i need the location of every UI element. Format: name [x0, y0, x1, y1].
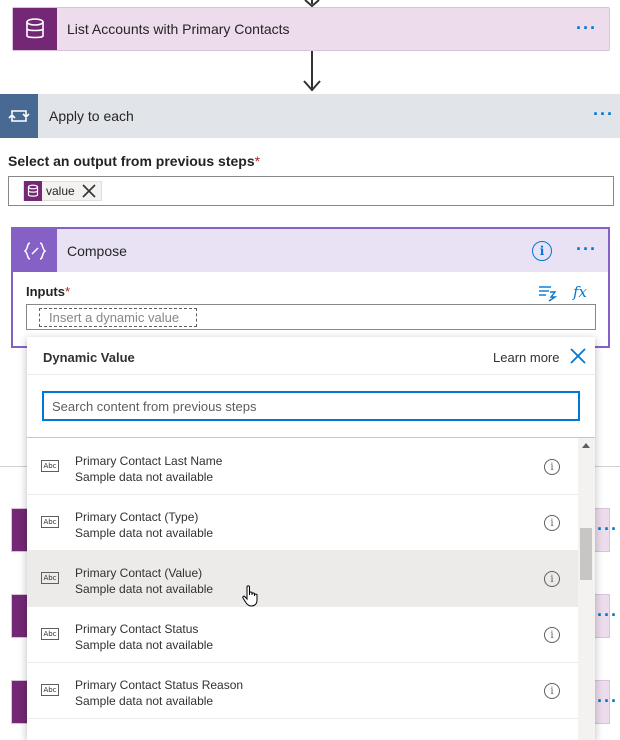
search-box[interactable]	[42, 391, 580, 421]
select-output-field[interactable]: value	[8, 176, 614, 206]
list-item[interactable]: Abc Primary Contact (Type) Sample data n…	[27, 495, 578, 551]
apply-to-each-more-button[interactable]: ···	[593, 104, 614, 125]
scrollbar[interactable]	[578, 438, 595, 740]
info-icon[interactable]: i	[544, 683, 560, 699]
inputs-field[interactable]: Insert a dynamic value	[26, 304, 596, 330]
connector-arrow-icon	[303, 80, 321, 92]
expression-button[interactable]: fx	[573, 283, 587, 301]
apply-to-each-title: Apply to each	[49, 108, 134, 124]
list-item[interactable]: Abc Primary Contact (Value) Sample data …	[27, 551, 578, 607]
database-icon	[13, 8, 57, 50]
list-item[interactable]: Abc Primary Contact Status Sample data n…	[27, 607, 578, 663]
info-icon[interactable]: i	[544, 459, 560, 475]
dynamic-content-icon[interactable]	[537, 284, 557, 302]
text-type-icon: Abc	[41, 460, 59, 472]
close-icon[interactable]	[569, 347, 587, 365]
text-type-icon: Abc	[41, 684, 59, 696]
list-item-name: Primary Contact Status	[75, 622, 199, 636]
list-item-desc: Sample data not available	[75, 582, 214, 596]
inputs-label: Inputs*	[26, 284, 70, 299]
search-input[interactable]	[44, 393, 578, 419]
value-token-label: value	[46, 184, 75, 198]
text-type-icon: Abc	[41, 516, 59, 528]
compose-icon	[13, 229, 57, 272]
select-output-label-text: Select an output from previous steps	[8, 153, 255, 169]
learn-more-link[interactable]: Learn more	[493, 350, 559, 365]
database-icon	[12, 509, 28, 551]
apply-to-each-header[interactable]: Apply to each ···	[0, 94, 620, 138]
dynamic-value-panel: Dynamic Value Learn more Abc Primary Con…	[27, 337, 595, 740]
panel-divider	[27, 374, 595, 375]
database-icon	[24, 181, 42, 201]
value-token[interactable]: value	[23, 181, 102, 201]
list-accounts-more-button[interactable]: ···	[576, 18, 597, 39]
scroll-up-icon[interactable]	[582, 443, 590, 448]
list-item-name: Primary Contact (Value)	[75, 566, 203, 580]
inputs-label-text: Inputs	[26, 284, 65, 299]
dynamic-value-list: Abc Primary Contact Last Name Sample dat…	[27, 438, 578, 740]
required-mark: *	[254, 153, 261, 169]
list-item-desc: Sample data not available	[75, 638, 214, 652]
compose-title: Compose	[67, 243, 127, 259]
loop-icon	[0, 94, 38, 138]
list-item[interactable]: Abc Primary Contact Last Name Sample dat…	[27, 439, 578, 495]
list-item-desc: Sample data not available	[75, 694, 214, 708]
list-accounts-title: List Accounts with Primary Contacts	[67, 21, 290, 37]
list-item-name: Primary Contact Status Reason	[75, 678, 244, 692]
list-accounts-card[interactable]: List Accounts with Primary Contacts ···	[12, 7, 610, 51]
next-step-more-button[interactable]: ···	[597, 691, 618, 712]
next-step-more-button[interactable]: ···	[597, 519, 618, 540]
compose-header[interactable]: Compose i ···	[13, 229, 608, 272]
info-icon[interactable]: i	[544, 627, 560, 643]
required-mark: *	[65, 284, 71, 299]
compose-info-icon[interactable]: i	[532, 241, 552, 261]
text-type-icon: Abc	[41, 572, 59, 584]
select-output-label: Select an output from previous steps*	[8, 153, 260, 169]
database-icon	[12, 681, 28, 723]
database-icon	[12, 595, 28, 637]
compose-more-button[interactable]: ···	[576, 239, 597, 260]
compose-card[interactable]: Compose i ··· Inputs* fx Insert a dynami…	[11, 227, 610, 348]
remove-token-icon[interactable]	[81, 183, 97, 199]
list-item-name: Primary Contact (Type)	[75, 510, 199, 524]
dynamic-panel-title: Dynamic Value	[43, 350, 135, 365]
info-icon[interactable]: i	[544, 515, 560, 531]
next-step-more-button[interactable]: ···	[597, 605, 618, 626]
list-item-desc: Sample data not available	[75, 470, 214, 484]
list-item-name: Primary Contact Last Name	[75, 454, 223, 468]
list-item-desc: Sample data not available	[75, 526, 214, 540]
info-icon[interactable]: i	[544, 571, 560, 587]
dynamic-value-placeholder[interactable]: Insert a dynamic value	[39, 308, 197, 327]
list-item[interactable]: Abc Primary Contact Status Reason Sample…	[27, 663, 578, 719]
hand-cursor-icon	[242, 585, 258, 607]
scroll-thumb[interactable]	[580, 528, 592, 580]
text-type-icon: Abc	[41, 628, 59, 640]
